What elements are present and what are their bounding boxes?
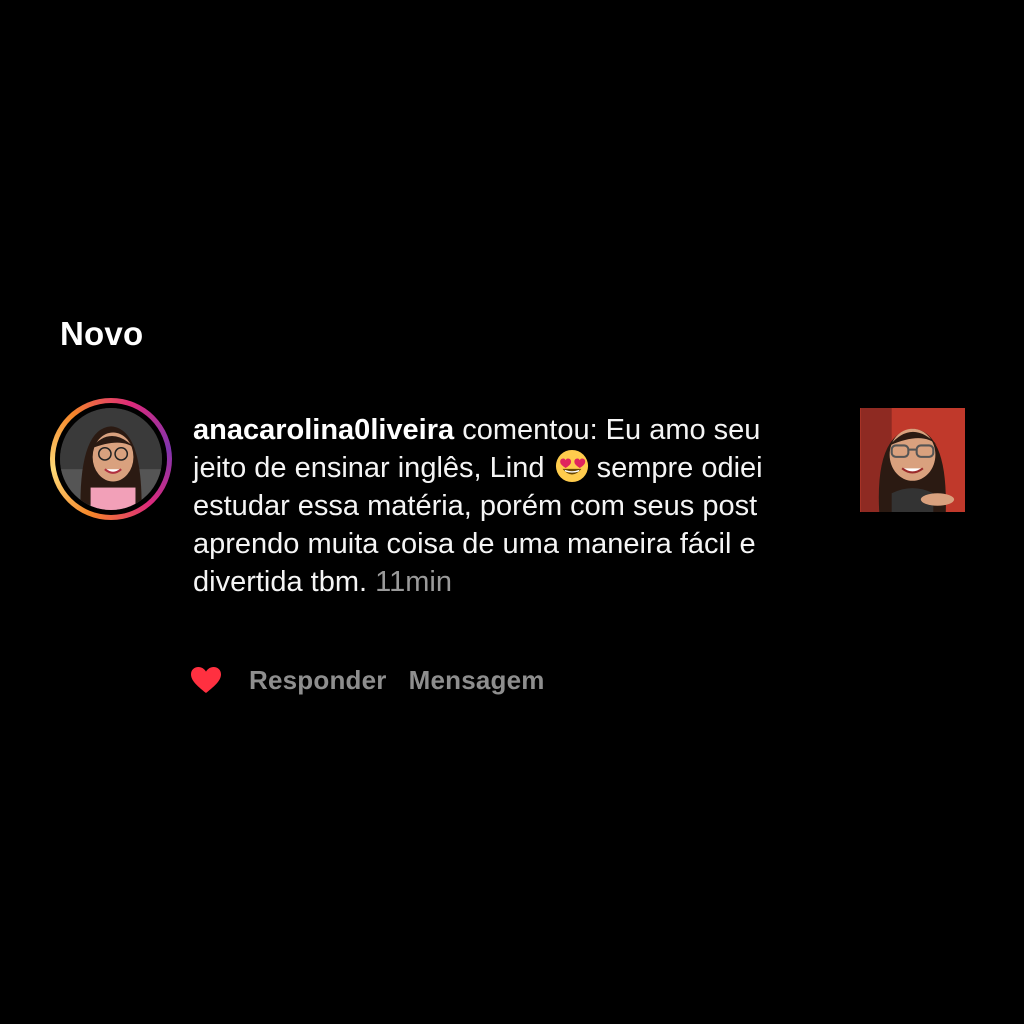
username-link[interactable]: anacarolina0liveira (193, 414, 454, 446)
avatar (60, 408, 162, 510)
avatar-image (60, 408, 162, 510)
timestamp: 11min (375, 566, 452, 598)
section-title: Novo (60, 315, 144, 352)
post-thumbnail[interactable] (860, 408, 965, 512)
notification-text: anacarolina0liveira comentou: Eu amo seu… (193, 411, 813, 601)
notification-actions: Responder Mensagem (190, 660, 567, 700)
post-thumbnail-image (860, 408, 965, 512)
avatar-story-ring[interactable] (50, 398, 172, 520)
message-button[interactable]: Mensagem (409, 665, 545, 696)
heart-eyes-emoji-icon (555, 449, 588, 483)
heart-icon[interactable] (190, 666, 222, 694)
reply-button[interactable]: Responder (249, 665, 387, 696)
